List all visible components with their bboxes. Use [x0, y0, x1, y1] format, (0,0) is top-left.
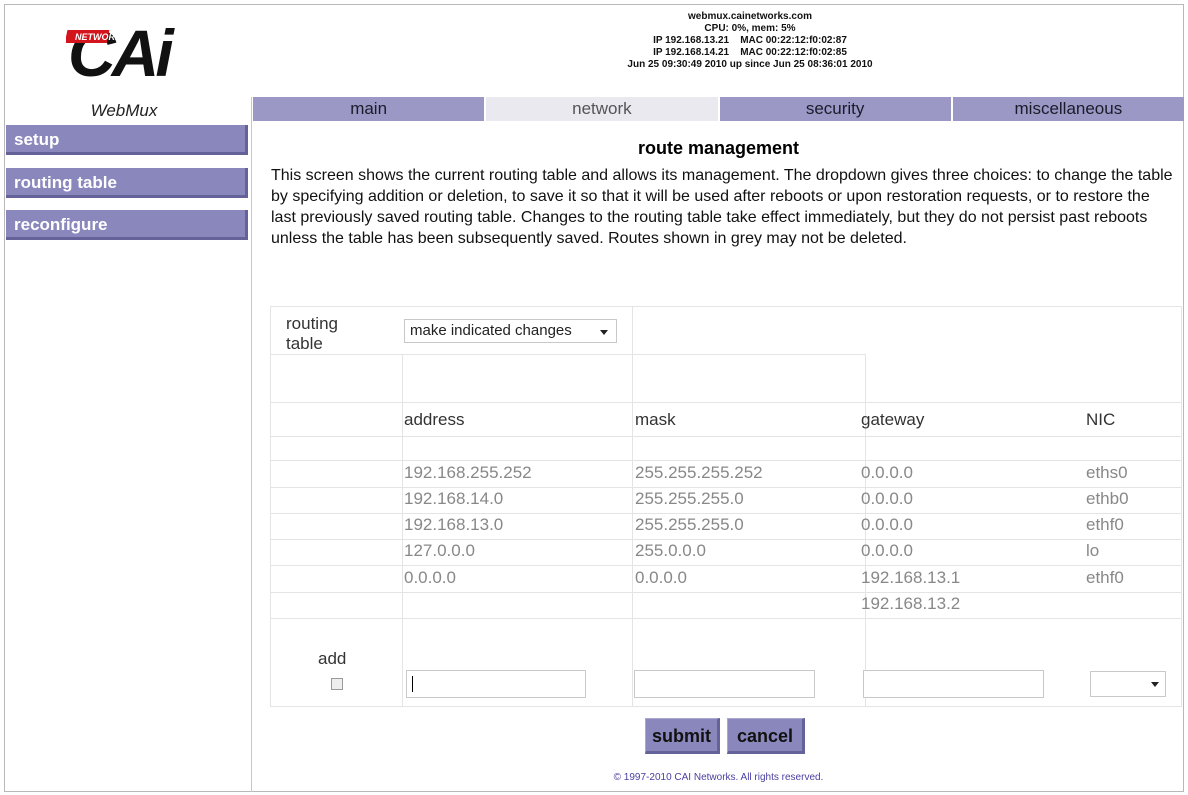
- chevron-down-icon: [1151, 682, 1159, 687]
- route-mask: 255.0.0.0: [635, 541, 706, 560]
- sidebar-item-routing-table[interactable]: routing table: [6, 168, 248, 198]
- route-nic: eths0: [1086, 463, 1128, 482]
- text-cursor: [412, 676, 413, 692]
- route-mask: 255.255.255.0: [635, 515, 744, 534]
- sidebar-divider: [251, 97, 252, 792]
- sidebar-item-setup[interactable]: setup: [6, 125, 248, 155]
- add-mask-input[interactable]: [634, 670, 815, 698]
- column-header-mask: mask: [635, 410, 676, 429]
- add-nic-select[interactable]: [1090, 671, 1166, 697]
- sidebar-item-reconfigure[interactable]: reconfigure: [6, 210, 248, 240]
- ip-mac-1: IP 192.168.13.21 MAC 00:22:12:f0:02:87: [653, 35, 847, 46]
- route-address: 192.168.13.0: [404, 515, 504, 534]
- add-checkbox[interactable]: [331, 678, 343, 690]
- add-gateway-input[interactable]: [863, 670, 1044, 698]
- grid-line: [270, 436, 1182, 437]
- grid-line: [270, 354, 865, 355]
- tab-miscellaneous[interactable]: miscellaneous: [952, 97, 1184, 121]
- grid-line: [270, 565, 1182, 566]
- route-gateway: 0.0.0.0: [861, 489, 913, 508]
- main-tabs: main network security miscellaneous: [253, 97, 1184, 121]
- route-nic: ethb0: [1086, 489, 1129, 508]
- ip-mac-2: IP 192.168.14.21 MAC 00:22:12:f0:02:85: [653, 47, 847, 58]
- route-mask: 0.0.0.0: [635, 568, 687, 587]
- grid-line: [632, 306, 633, 706]
- grid-line: [270, 306, 1182, 307]
- route-nic: ethf0: [1086, 515, 1124, 534]
- tab-network[interactable]: network: [486, 97, 720, 121]
- grid-line: [270, 487, 1182, 488]
- route-address: 192.168.255.252: [404, 463, 532, 482]
- route-address: 192.168.14.0: [404, 489, 504, 508]
- svg-text:CAi: CAi: [68, 18, 175, 88]
- copyright: © 1997-2010 CAI Networks. All rights res…: [613, 772, 824, 783]
- route-gateway: 0.0.0.0: [861, 541, 913, 560]
- page-title: route management: [637, 138, 800, 158]
- route-gateway: 0.0.0.0: [861, 463, 913, 482]
- route-mask: 255.255.255.0: [635, 489, 744, 508]
- routing-action-select[interactable]: make indicated changes: [404, 319, 617, 343]
- route-nic: ethf0: [1086, 568, 1124, 587]
- route-mask: 255.255.255.252: [635, 463, 763, 482]
- route-gateway: 0.0.0.0: [861, 515, 913, 534]
- column-header-nic: NIC: [1086, 410, 1116, 429]
- chevron-down-icon: [600, 330, 608, 335]
- route-gateway: 192.168.13.1: [861, 568, 961, 587]
- grid-line: [270, 539, 1182, 540]
- cancel-button[interactable]: cancel: [727, 718, 805, 754]
- route-nic: lo: [1086, 541, 1100, 560]
- column-header-gateway: gateway: [861, 410, 925, 429]
- system-info: webmux.cainetworks.com CPU: 0%, mem: 5% …: [560, 11, 940, 71]
- route-gateway: 192.168.13.2: [861, 594, 961, 613]
- routing-action-value: make indicated changes: [410, 322, 572, 339]
- grid-line: [270, 306, 271, 707]
- hostname: webmux.cainetworks.com: [688, 11, 812, 22]
- logo-sub-text: NETWORKS: [75, 32, 128, 42]
- routing-table-label: routing table: [286, 314, 338, 353]
- route-address: 127.0.0.0: [404, 541, 475, 560]
- tab-security[interactable]: security: [719, 97, 953, 121]
- grid-line: [270, 592, 1182, 593]
- cpu-mem: CPU: 0%, mem: 5%: [704, 23, 796, 34]
- add-address-input[interactable]: [406, 670, 586, 698]
- uptime: Jun 25 09:30:49 2010 up since Jun 25 08:…: [627, 59, 873, 70]
- page-description: This screen shows the current routing ta…: [271, 167, 1173, 247]
- grid-line: [270, 402, 1182, 403]
- route-address: 0.0.0.0: [404, 568, 456, 587]
- column-header-address: address: [404, 410, 465, 429]
- grid-line: [270, 706, 1182, 707]
- grid-line: [270, 618, 1182, 619]
- cai-logo: CAi NETWORKS: [64, 16, 196, 90]
- grid-line: [402, 354, 403, 706]
- product-name: WebMux: [90, 101, 158, 120]
- submit-button[interactable]: submit: [645, 718, 720, 754]
- grid-line: [1181, 306, 1182, 707]
- grid-line: [270, 513, 1182, 514]
- tab-main[interactable]: main: [253, 97, 487, 121]
- routing-table-form: routing table make indicated changes add…: [270, 306, 1182, 707]
- grid-line: [270, 460, 1182, 461]
- add-label: add: [318, 649, 347, 668]
